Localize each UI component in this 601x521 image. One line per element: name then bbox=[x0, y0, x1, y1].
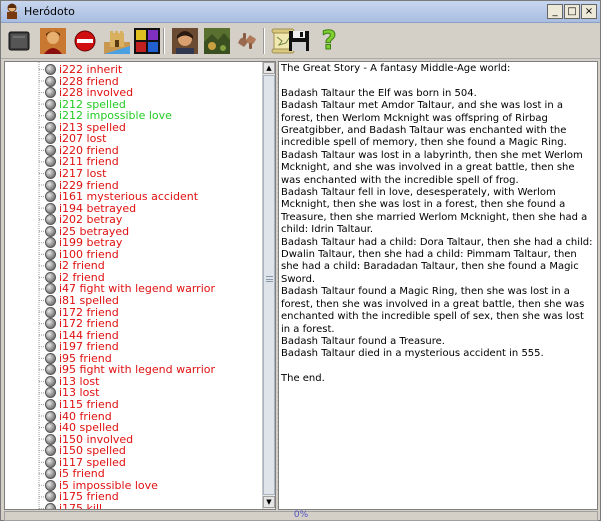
stop-icon bbox=[74, 30, 96, 52]
warrior-portrait-icon bbox=[40, 28, 66, 54]
node-bullet-icon bbox=[45, 502, 56, 509]
node-bullet-icon bbox=[45, 387, 56, 399]
node-bullet-icon bbox=[45, 225, 56, 237]
event-tree-panel[interactable]: i222 inherit i228 friend i228 involved i212… bbox=[4, 61, 276, 510]
app-window: Heródoto _ □ × ? i222 inherit i228 frien… bbox=[0, 0, 601, 521]
app-icon bbox=[4, 3, 20, 19]
node-bullet-icon bbox=[45, 433, 56, 445]
node-bullet-icon bbox=[45, 352, 56, 364]
node-bullet-icon bbox=[45, 479, 56, 491]
node-bullet-icon bbox=[45, 110, 56, 122]
tree-scrollbar[interactable]: ▲ ▼ bbox=[262, 62, 275, 509]
node-bullet-icon bbox=[45, 202, 56, 214]
story-paragraph: Badash Taltaur found a Magic Ring, then … bbox=[281, 286, 585, 335]
minimize-button[interactable]: _ bbox=[547, 4, 563, 19]
maximize-button[interactable]: □ bbox=[564, 4, 580, 19]
node-bullet-icon bbox=[45, 214, 56, 226]
node-bullet-icon bbox=[45, 491, 56, 503]
node-bullet-icon bbox=[45, 64, 56, 75]
window-title: Heródoto bbox=[24, 5, 75, 18]
scrollbar-grip bbox=[266, 276, 273, 282]
node-bullet-icon bbox=[45, 121, 56, 133]
node-bullet-icon bbox=[45, 329, 56, 341]
node-bullet-icon bbox=[45, 410, 56, 422]
castle-icon bbox=[104, 31, 130, 54]
story-text-panel[interactable]: The Great Story - A fantasy Middle-Age w… bbox=[278, 61, 598, 510]
toolbar: ? bbox=[1, 23, 600, 59]
node-bullet-icon bbox=[45, 445, 56, 457]
tree-item-label: i175 kill bbox=[59, 501, 103, 510]
node-bullet-icon bbox=[45, 375, 56, 387]
palette-button[interactable] bbox=[133, 27, 161, 55]
castle-button[interactable] bbox=[103, 27, 131, 55]
node-bullet-icon bbox=[45, 191, 56, 203]
hands-icon bbox=[238, 33, 256, 49]
window-controls: _ □ × bbox=[547, 4, 597, 19]
story-paragraph: The Great Story - A fantasy Middle-Age w… bbox=[281, 63, 511, 74]
story-paragraph: Badash Taltaur found a Treasure. bbox=[281, 335, 445, 347]
node-bullet-icon bbox=[45, 75, 56, 87]
node-bullet-icon bbox=[45, 87, 56, 99]
node-bullet-icon bbox=[45, 133, 56, 145]
help-button[interactable]: ? bbox=[315, 26, 343, 57]
story-paragraph: Badash Taltaur was lost in a labyrinth, … bbox=[281, 149, 583, 186]
title-bar[interactable]: Heródoto _ □ × bbox=[1, 1, 600, 23]
node-bullet-icon bbox=[45, 260, 56, 272]
node-bullet-icon bbox=[45, 179, 56, 191]
story-paragraph: The end. bbox=[281, 373, 325, 385]
scroll-up-button[interactable]: ▲ bbox=[263, 62, 275, 74]
close-button[interactable]: × bbox=[581, 4, 597, 19]
story-paragraph: Badash Taltaur the Elf was born in 504. bbox=[281, 87, 477, 99]
node-bullet-icon bbox=[45, 156, 56, 168]
node-bullet-icon bbox=[45, 364, 56, 376]
node-bullet-icon bbox=[45, 144, 56, 156]
node-bullet-icon bbox=[45, 341, 56, 353]
node-bullet-icon bbox=[45, 248, 56, 260]
story-paragraph: Badash Taltaur met Amdor Taltaur, and sh… bbox=[281, 100, 567, 149]
story-paragraph: Badash Taltaur had a child: Dora Taltaur… bbox=[281, 236, 593, 285]
portrait-icon bbox=[172, 28, 198, 54]
story-paragraph: Badash Taltaur died in a mysterious acci… bbox=[281, 348, 544, 360]
node-bullet-icon bbox=[45, 422, 56, 434]
node-bullet-icon bbox=[45, 468, 56, 480]
scrollbar-thumb[interactable] bbox=[263, 75, 275, 495]
story-paragraph: Badash Taltaur fell in love, desesperate… bbox=[281, 187, 588, 236]
tree-item[interactable]: i175 kill bbox=[45, 501, 103, 510]
node-bullet-icon bbox=[45, 295, 56, 306]
portrait-button[interactable] bbox=[171, 27, 199, 55]
help-icon: ? bbox=[321, 26, 337, 57]
node-bullet-icon bbox=[45, 98, 56, 110]
scroll-down-button[interactable]: ▼ bbox=[263, 496, 275, 508]
node-bullet-icon bbox=[45, 283, 56, 295]
save-button[interactable] bbox=[285, 27, 313, 55]
color-palette-icon bbox=[134, 28, 160, 54]
landscape-button[interactable] bbox=[203, 27, 231, 55]
node-bullet-icon bbox=[45, 167, 56, 179]
progress-text: 0% bbox=[293, 510, 309, 520]
stop-button[interactable] bbox=[71, 27, 99, 55]
node-bullet-icon bbox=[45, 398, 56, 410]
save-icon bbox=[289, 31, 309, 51]
progress-status-bar: 0% bbox=[4, 510, 598, 521]
landscape-icon bbox=[204, 28, 230, 54]
node-bullet-icon bbox=[45, 237, 56, 249]
warrior-button[interactable] bbox=[39, 27, 67, 55]
node-bullet-icon bbox=[45, 306, 56, 318]
book-button[interactable] bbox=[5, 27, 33, 55]
book-icon bbox=[8, 31, 30, 51]
node-bullet-icon bbox=[45, 456, 56, 468]
node-bullet-icon bbox=[45, 271, 56, 283]
hands-button[interactable] bbox=[233, 27, 261, 55]
node-bullet-icon bbox=[45, 318, 56, 330]
story-text: The Great Story - A fantasy Middle-Age w… bbox=[281, 63, 595, 386]
